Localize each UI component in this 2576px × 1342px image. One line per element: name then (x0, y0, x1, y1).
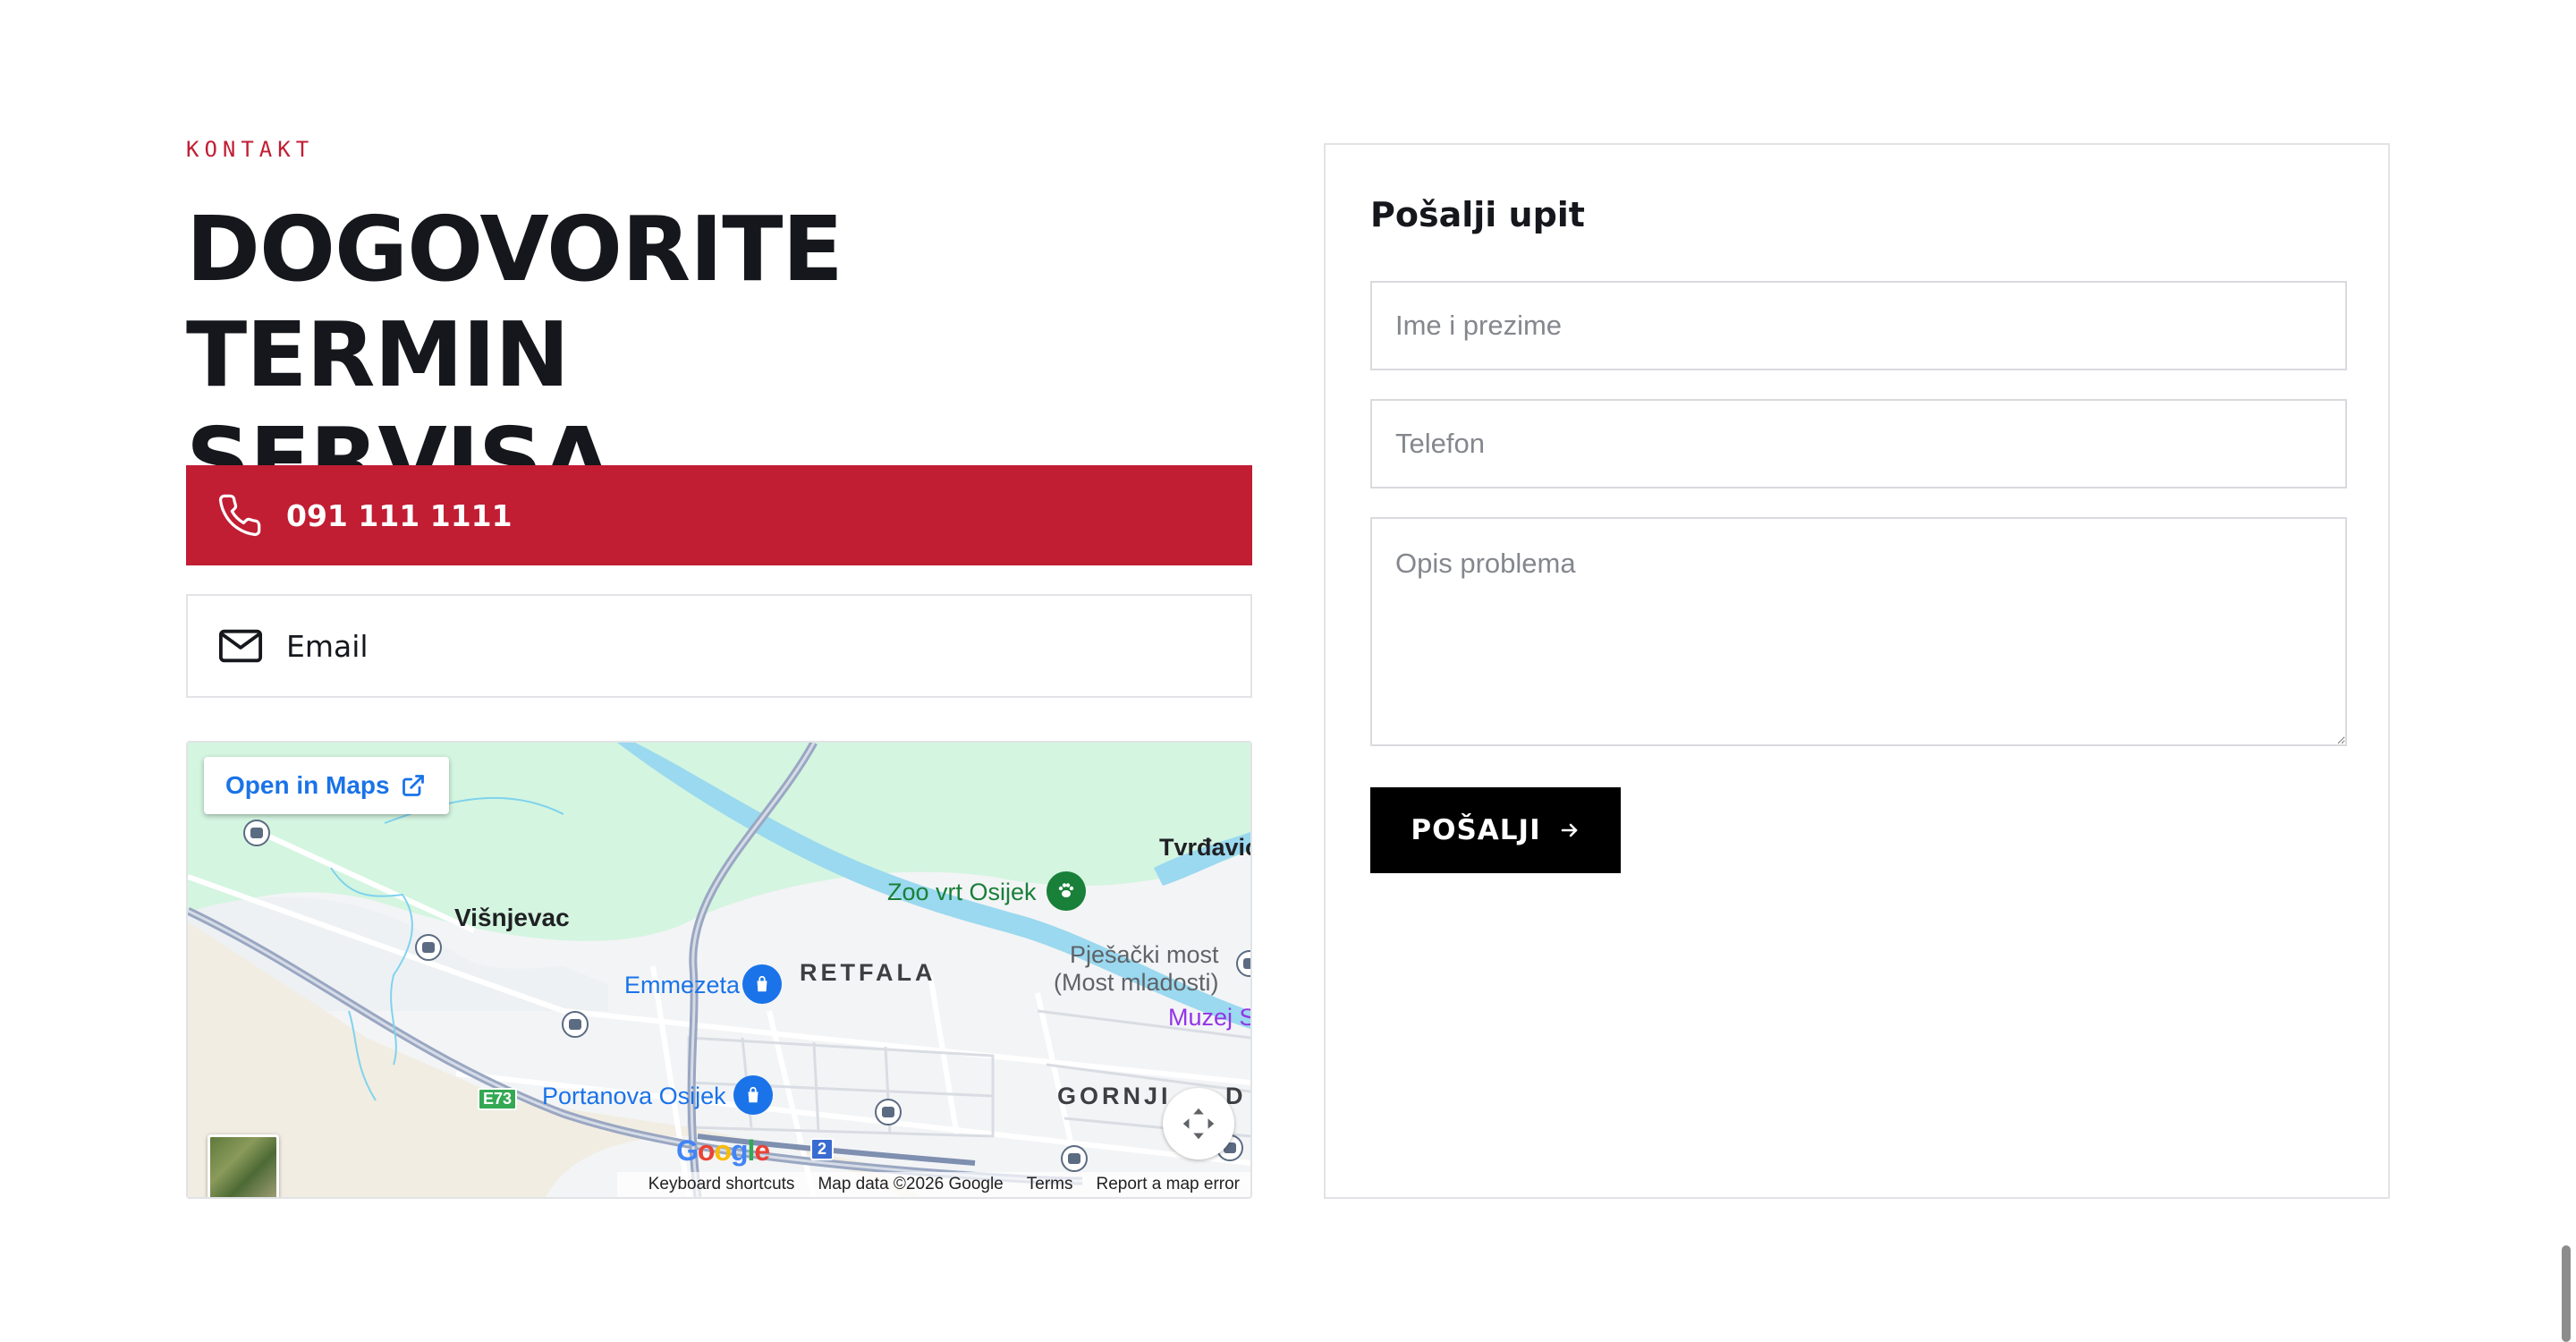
description-field[interactable] (1370, 517, 2347, 746)
phone-button[interactable]: 091 111 1111 (186, 465, 1252, 565)
road-shield-2: 2 (810, 1138, 835, 1160)
map-label-retfala: RETFALA (800, 959, 936, 986)
map-label-emmezeta: Emmezeta (624, 972, 741, 998)
map-label-zoo: Zoo vrt Osijek (887, 879, 1037, 905)
map-label-portanova: Portanova Osijek (542, 1083, 726, 1109)
email-button[interactable]: Email (186, 594, 1252, 698)
title-line-1: DOGOVORITE TERMIN (186, 197, 843, 407)
keyboard-shortcuts-link[interactable]: Keyboard shortcuts (648, 1175, 795, 1194)
submit-button[interactable]: POŠALJI (1370, 787, 1621, 873)
phone-icon (218, 494, 261, 537)
map-label-visnjevac: Višnjevac (454, 904, 570, 931)
submit-label: POŠALJI (1411, 814, 1541, 846)
zoo-pin-icon[interactable] (1046, 871, 1086, 911)
contact-section: KONTAKT DOGOVORITE TERMIN SERVISA (186, 134, 1252, 514)
shopping-pin-icon[interactable] (733, 1075, 773, 1115)
open-in-maps-button[interactable]: Open in Maps (204, 757, 449, 814)
move-arrows-icon (1182, 1108, 1215, 1140)
report-map-error-link[interactable]: Report a map error (1096, 1175, 1240, 1194)
map-label-muzej: Muzej S (1168, 1004, 1252, 1031)
section-eyebrow: KONTAKT (186, 137, 315, 162)
form-title: Pošalji upit (1370, 195, 1585, 234)
email-label: Email (286, 628, 369, 664)
map-footer: Keyboard shortcuts Map data ©2026 Google… (617, 1172, 1250, 1197)
page-scrollbar[interactable] (2562, 1245, 2571, 1342)
map-label-bridge-line1: Pješački most (1069, 941, 1219, 968)
transit-stop-icon[interactable] (415, 934, 442, 961)
external-link-icon (402, 775, 424, 796)
transit-stop-icon[interactable] (875, 1099, 902, 1125)
map-label-gornji: GORNJI (1057, 1083, 1172, 1109)
name-field[interactable] (1370, 281, 2347, 370)
transit-stop-icon[interactable] (1061, 1145, 1088, 1172)
transit-stop-icon[interactable] (243, 820, 270, 846)
arrow-right-icon (1561, 823, 1577, 837)
map-label-bridge: Pješački most (Most mladosti) (1054, 941, 1219, 997)
road-shield-e73: E73 (478, 1088, 518, 1110)
map-embed[interactable]: Open in Maps Višnjevac RETFALA Emmezeta … (186, 741, 1252, 1199)
satellite-toggle-button[interactable] (208, 1134, 279, 1197)
open-in-maps-label: Open in Maps (225, 771, 390, 799)
map-navigation-control[interactable] (1163, 1088, 1234, 1159)
phone-field[interactable] (1370, 399, 2347, 488)
shopping-pin-icon[interactable] (742, 964, 782, 1004)
terms-link[interactable]: Terms (1027, 1175, 1073, 1194)
mail-icon (218, 629, 263, 663)
inquiry-form: Pošalji upit POŠALJI (1324, 143, 2390, 1199)
transit-stop-icon[interactable] (562, 1011, 589, 1038)
google-logo: Google (676, 1134, 770, 1167)
map-data-attribution: Map data ©2026 Google (818, 1175, 1004, 1193)
map-label-tvrdavica: Tvrđavic (1159, 834, 1252, 861)
phone-number: 091 111 1111 (286, 497, 513, 533)
map-label-bridge-line2: (Most mladosti) (1054, 969, 1219, 996)
